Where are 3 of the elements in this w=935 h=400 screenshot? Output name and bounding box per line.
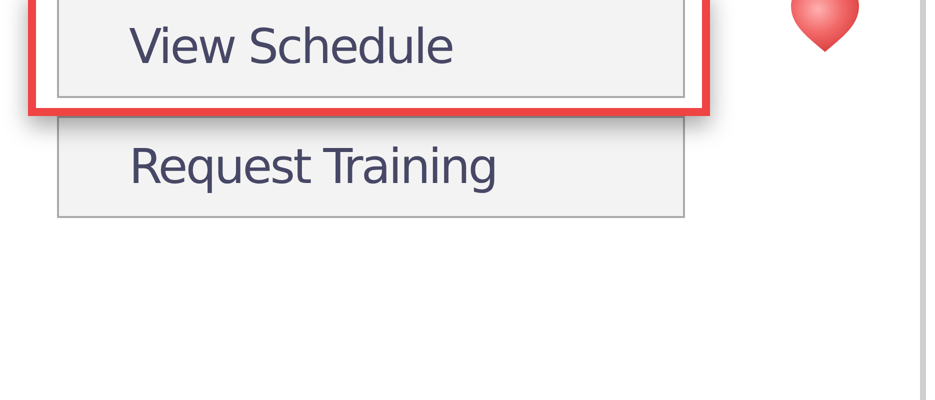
menu-item[interactable]: View Schedule (57, 0, 685, 98)
menu-item[interactable]: Request Training (57, 116, 685, 218)
heart-icon (789, 0, 861, 54)
